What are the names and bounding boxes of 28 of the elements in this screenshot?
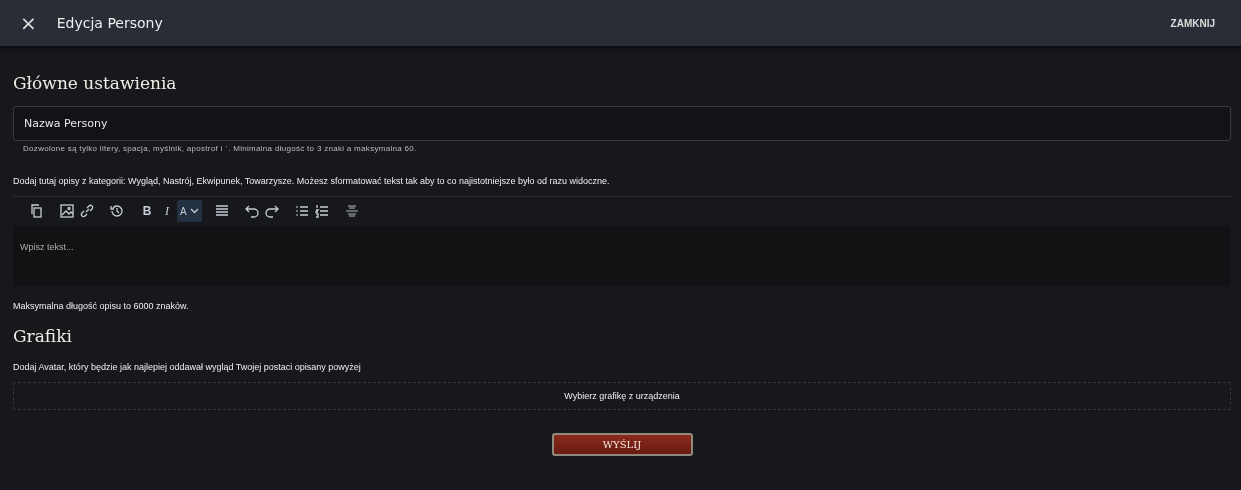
close-link[interactable]: ZAMKNIJ [1164, 16, 1221, 30]
text-editor[interactable]: Wpisz tekst... [13, 225, 1231, 287]
section-heading: Główne ustawienia [13, 72, 178, 94]
bold-button[interactable]: B [137, 200, 157, 222]
redo-icon [264, 204, 279, 218]
name-field[interactable]: Nazwa Persony [13, 106, 1231, 141]
copy-icon [30, 204, 44, 218]
field-hint: Dozwolone są tylko litery, spacja, myślnik, apostrof i `. Minimalna długość to 3 znaki a maksymalna 60. [23, 144, 418, 153]
history-icon [110, 204, 124, 218]
close-button[interactable]: × [14, 11, 43, 35]
color-button[interactable]: A [177, 200, 202, 222]
image-icon [60, 204, 74, 218]
section-heading: Grafiki [13, 325, 73, 347]
link-icon [80, 204, 94, 218]
format-icon [344, 204, 359, 218]
dialog-title: Edycja Persony [56, 15, 164, 31]
upload-area[interactable]: Wybierz grafikę z urządzenia [13, 382, 1231, 410]
submit-button[interactable]: WYŚLIJ [551, 433, 693, 456]
italic-button[interactable]: I [157, 200, 177, 222]
length-note: Maksymalna długość opisu to 6000 znaków. [13, 301, 190, 311]
align-icon [214, 204, 229, 218]
bullets-icon [294, 204, 309, 218]
undo-icon [244, 204, 259, 218]
editor-placeholder: Wpisz tekst... [20, 242, 74, 252]
caret-icon [189, 208, 199, 214]
description-text: Dodaj tutaj opisy z kategorii: Wygląd, Nastrój, Ekwipunek, Towarzysze. Możesz sformatować tekst tak aby to co najistotniejsze było od razu widoczne. [13, 176, 1231, 197]
numbers-icon [314, 204, 329, 218]
avatar-text: Dodaj Avatar, który będzie jak najlepiej oddawał wygląd Twojej postaci opisany powyżej [13, 362, 362, 372]
